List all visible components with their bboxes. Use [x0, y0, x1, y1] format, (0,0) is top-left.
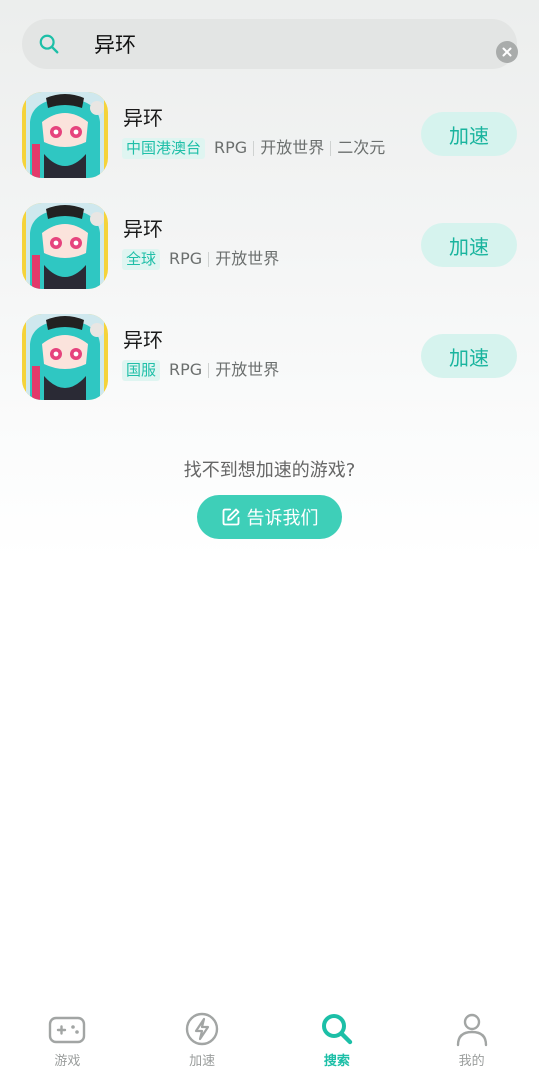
tab-mine[interactable]: 我的: [404, 1000, 539, 1080]
tag-divider: [330, 140, 332, 156]
bottom-tab-bar: 游戏 加速 搜索 我的: [0, 1000, 539, 1080]
tab-label: 搜索: [323, 1054, 350, 1069]
tag-style: 开放世界: [215, 249, 280, 268]
region-badge: 全球: [122, 248, 161, 270]
accelerate-button[interactable]: 加速: [421, 112, 517, 156]
search-icon: [39, 34, 59, 54]
game-thumbnail: [22, 92, 108, 178]
edit-icon: [222, 508, 239, 526]
tag-genre: RPG: [214, 138, 248, 157]
tag-divider: [253, 140, 255, 156]
search-input[interactable]: [94, 27, 474, 61]
tag-style: 开放世界: [215, 360, 280, 379]
tag-theme: 二次元: [337, 138, 386, 157]
tab-label: 游戏: [54, 1054, 81, 1069]
tab-accelerate[interactable]: 加速: [135, 1000, 270, 1080]
list-item[interactable]: 异环 中国港澳台 RPG 开放世界 二次元 加速: [0, 80, 539, 191]
accelerate-button[interactable]: 加速: [421, 223, 517, 267]
game-name: 异环: [123, 106, 163, 130]
tag-genre: RPG: [169, 360, 203, 379]
lightning-icon: [185, 1012, 219, 1046]
tab-label: 加速: [189, 1054, 216, 1069]
tell-us-label: 告诉我们: [246, 508, 319, 529]
tag-style: 开放世界: [260, 138, 325, 157]
person-icon: [456, 1013, 487, 1047]
search-results-list: 异环 中国港澳台 RPG 开放世界 二次元 加速 异环 全球 RPG 开放世界 …: [0, 80, 539, 413]
tag-genre: RPG: [169, 249, 203, 268]
close-icon: [502, 47, 512, 57]
region-badge: 国服: [122, 359, 161, 381]
search-bar[interactable]: [22, 19, 518, 69]
gamepad-icon: [49, 1016, 86, 1044]
game-tags: 全球 RPG 开放世界: [122, 248, 279, 270]
game-name: 异环: [123, 328, 163, 352]
game-tags: 中国港澳台 RPG 开放世界 二次元: [122, 137, 385, 159]
page: 异环 中国港澳台 RPG 开放世界 二次元 加速: [0, 0, 539, 1080]
region-badge: 中国港澳台: [122, 137, 206, 159]
not-found-text: 找不到想加速的游戏?: [183, 460, 356, 481]
tab-search[interactable]: 搜索: [270, 1000, 405, 1080]
clear-search-button[interactable]: [496, 41, 518, 63]
tag-divider: [208, 362, 210, 378]
game-thumbnail: [22, 203, 108, 289]
game-tags: 国服 RPG 开放世界: [122, 359, 279, 381]
list-item[interactable]: 异环 全球 RPG 开放世界 加速: [0, 191, 539, 302]
search-icon: [321, 1014, 353, 1045]
game-name: 异环: [123, 217, 163, 241]
tab-games[interactable]: 游戏: [0, 1000, 135, 1080]
accelerate-button[interactable]: 加速: [421, 334, 517, 378]
tab-label: 我的: [458, 1054, 485, 1069]
tag-divider: [208, 251, 210, 267]
game-thumbnail: [22, 314, 108, 400]
tell-us-button[interactable]: 告诉我们: [197, 495, 342, 539]
list-item[interactable]: 异环 国服 RPG 开放世界 加速: [0, 302, 539, 413]
